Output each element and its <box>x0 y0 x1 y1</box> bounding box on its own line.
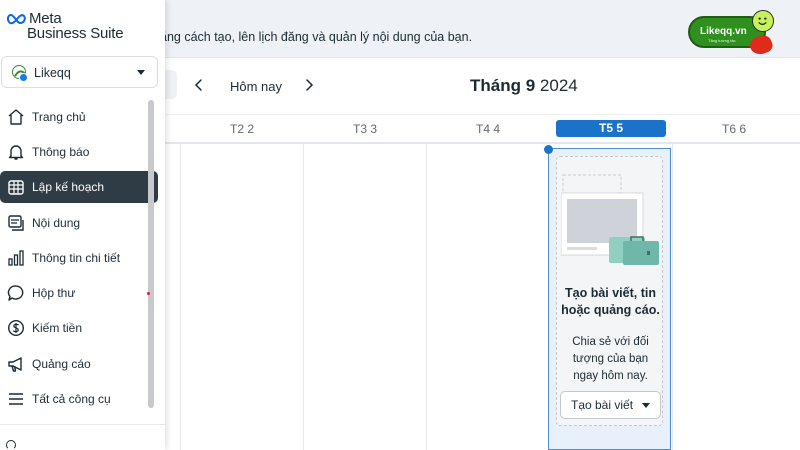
chevron-right-icon[interactable] <box>300 76 318 94</box>
sidebar-item-label: Quảng cáo <box>32 357 91 371</box>
month-name: Tháng 9 <box>470 76 536 95</box>
grid-divider <box>180 144 181 450</box>
grid-divider <box>672 144 673 450</box>
year-value: 2024 <box>539 76 578 95</box>
sidebar-item-label: Thông tin chi tiết <box>32 251 121 265</box>
grid-divider <box>303 144 304 450</box>
banner-text: ằng cách tạo, lên lịch đăng và quản lý n… <box>160 30 473 44</box>
watermark-logo: Likeqq.vn Tăng tương tác <box>688 10 788 58</box>
sidebar-item-inbox[interactable]: Hộp thư <box>0 277 158 309</box>
sidebar-item-label: Tất cả công cụ <box>32 392 111 406</box>
bell-icon <box>7 143 25 161</box>
sidebar-item-home[interactable]: Trang chủ <box>0 101 158 133</box>
chevron-left-icon[interactable] <box>190 76 208 94</box>
day-header-thu-active[interactable]: T5 5 <box>556 120 666 137</box>
day-header-mon[interactable]: T2 2 <box>187 122 297 136</box>
caret-down-icon <box>137 70 145 75</box>
watermark-text: Likeqq.vn <box>700 26 747 37</box>
meta-business-suite-logo[interactable]: Meta Business Suite <box>6 9 156 43</box>
sidebar-item-insights[interactable]: Thông tin chi tiết <box>0 242 158 274</box>
sidebar-item-label: Hộp thư <box>32 286 76 300</box>
home-icon <box>7 108 25 126</box>
sidebar-item-label: Kiếm tiền <box>32 321 83 335</box>
promo-description: Chia sẻ với đối tượng của bạn ngay hôm n… <box>572 336 649 382</box>
create-post-button-label: Tạo bài viết <box>571 398 634 412</box>
meta-infinity-icon <box>6 12 28 25</box>
megaphone-icon <box>7 355 25 373</box>
today-button[interactable]: Hôm nay <box>230 79 282 94</box>
bar-chart-icon <box>7 249 25 267</box>
watermark-subtext: Tăng tương tác <box>708 38 736 43</box>
grid-divider <box>426 144 427 450</box>
help-icon[interactable] <box>6 440 16 450</box>
sidebar-item-all-tools[interactable]: Tất cả công cụ <box>0 383 158 415</box>
day-header-fri[interactable]: T6 6 <box>679 122 789 136</box>
account-name: Likeqq <box>34 66 71 80</box>
caret-down-icon <box>642 403 650 408</box>
logo-line-2: Business Suite <box>27 25 124 42</box>
dollar-icon <box>7 319 25 337</box>
smiley-icon <box>752 10 774 32</box>
sidebar: Meta Business Suite Likeqq Trang chủ Thô… <box>0 0 165 450</box>
chat-icon <box>7 284 25 302</box>
month-title: Tháng 9 2024 <box>470 76 578 96</box>
facebook-icon <box>19 73 28 82</box>
sidebar-item-label: Trang chủ <box>32 110 86 124</box>
create-post-button[interactable]: Tạo bài viết <box>560 391 661 419</box>
create-post-card: Tạo bài viết, tin hoặc quảng cáo. Chia s… <box>556 156 663 426</box>
post-illustration-icon <box>560 167 660 275</box>
sidebar-item-label: Nội dung <box>32 216 81 230</box>
calendar-grid-icon <box>7 178 25 196</box>
sidebar-item-label: Thông báo <box>32 145 90 159</box>
menu-icon <box>7 390 25 408</box>
account-selector[interactable]: Likeqq <box>1 56 158 88</box>
content-icon <box>7 214 25 232</box>
day-header-tue[interactable]: T3 3 <box>310 122 420 136</box>
sidebar-item-content[interactable]: Nội dung <box>0 207 158 239</box>
sidebar-divider <box>0 424 165 425</box>
sidebar-item-ads[interactable]: Quảng cáo <box>0 348 158 380</box>
current-time-dot <box>544 145 553 154</box>
sidebar-scrollbar[interactable] <box>148 100 154 408</box>
promo-title: Tạo bài viết, tin hoặc quảng cáo. <box>561 286 660 317</box>
sidebar-item-label: Lập kế hoạch <box>32 180 105 194</box>
sidebar-item-notifications[interactable]: Thông báo <box>0 136 158 168</box>
sidebar-item-planner[interactable]: Lập kế hoạch <box>0 171 158 203</box>
day-header-wed[interactable]: T4 4 <box>433 122 543 136</box>
notification-dot <box>147 292 150 295</box>
sidebar-item-monetization[interactable]: Kiếm tiền <box>0 312 158 344</box>
